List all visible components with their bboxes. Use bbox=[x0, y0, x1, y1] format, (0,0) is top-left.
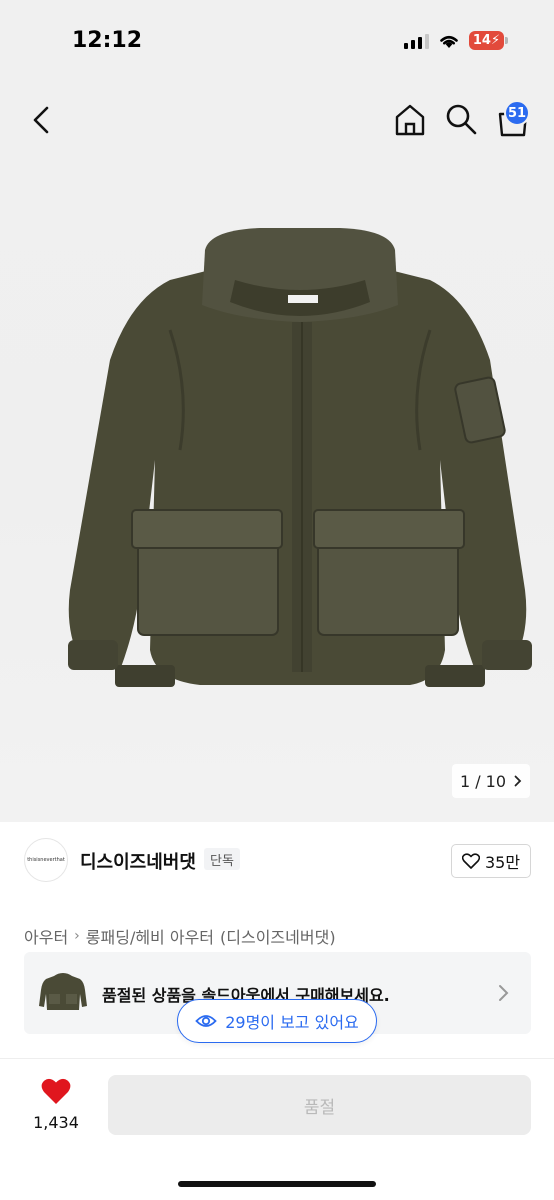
brand-row: thisisneverthat 디스이즈네버댓 단독 35만 bbox=[0, 836, 554, 886]
cart-count-badge: 51 bbox=[504, 100, 530, 126]
status-icons: 14 ⚡ bbox=[404, 31, 508, 50]
heart-filled-icon bbox=[41, 1078, 71, 1104]
signal-icon bbox=[404, 33, 429, 49]
breadcrumb-level2[interactable]: 롱패딩/헤비 아우터 bbox=[86, 924, 214, 948]
wishlist-count: 1,434 bbox=[33, 1113, 79, 1132]
battery-icon: 14 ⚡ bbox=[469, 31, 508, 50]
viewers-text: 29명이 보고 있어요 bbox=[225, 1013, 359, 1032]
chevron-right-icon bbox=[514, 775, 522, 787]
product-image-jacket bbox=[68, 228, 532, 687]
buy-button-soldout[interactable]: 품절 bbox=[108, 1075, 531, 1135]
heart-outline-icon bbox=[461, 853, 480, 869]
status-time: 12:12 bbox=[72, 28, 143, 53]
home-icon[interactable] bbox=[392, 102, 428, 138]
chevron-right-icon: › bbox=[74, 928, 80, 944]
brand-like-count: 35만 bbox=[484, 853, 521, 872]
soldout-thumbnail bbox=[39, 973, 87, 1010]
search-icon[interactable] bbox=[444, 102, 478, 136]
home-indicator bbox=[178, 1181, 376, 1187]
breadcrumb: 아우터 › 롱패딩/헤비 아우터 (디스이즈네버댓) bbox=[24, 924, 336, 948]
breadcrumb-level1[interactable]: 아우터 bbox=[24, 924, 68, 948]
back-icon[interactable] bbox=[26, 104, 56, 136]
image-counter-text: 1 / 10 bbox=[459, 771, 507, 791]
wifi-icon bbox=[440, 35, 458, 48]
chevron-right-icon bbox=[499, 985, 509, 1001]
wishlist-button[interactable]: 1,434 bbox=[28, 1077, 84, 1132]
brand-name[interactable]: 디스이즈네버댓 bbox=[80, 848, 196, 874]
brand-logo-text: thisisneverthat bbox=[27, 857, 65, 863]
viewers-pill: 29명이 보고 있어요 bbox=[177, 999, 377, 1043]
brand-logo[interactable]: thisisneverthat bbox=[24, 838, 68, 882]
brand-like-button[interactable]: 35만 bbox=[451, 844, 531, 878]
bottom-action-bar: 1,434 품절 bbox=[0, 1058, 554, 1200]
image-counter-button[interactable]: 1 / 10 bbox=[452, 764, 530, 798]
breadcrumb-brand[interactable]: (디스이즈네버댓) bbox=[220, 924, 336, 948]
battery-level: 14 bbox=[472, 33, 491, 48]
status-bar: 12:12 14 ⚡ bbox=[0, 0, 554, 84]
eye-icon bbox=[195, 1015, 217, 1027]
brand-exclusive-tag: 단독 bbox=[204, 848, 240, 870]
